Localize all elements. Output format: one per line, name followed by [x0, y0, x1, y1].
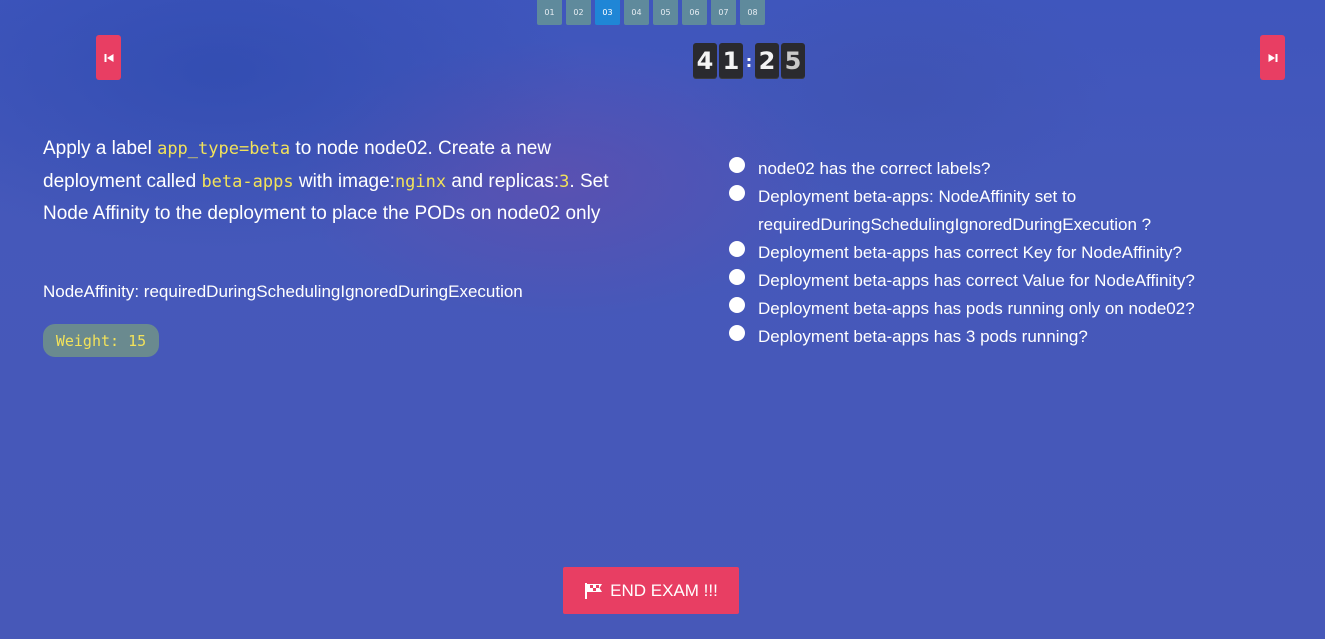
checklist-radio[interactable] — [729, 157, 745, 173]
checklist-item-label: Deployment beta-apps has pods running on… — [758, 299, 1195, 318]
node-affinity-note: NodeAffinity: requiredDuringSchedulingIg… — [43, 282, 523, 301]
question-nav-07[interactable]: 07 — [711, 0, 736, 25]
question-text-part: and replicas: — [446, 170, 560, 192]
image-code: nginx — [394, 171, 447, 192]
end-exam-label: END EXAM !!! — [610, 580, 718, 600]
checklist-item-label: Deployment beta-apps has correct Key for… — [758, 243, 1182, 262]
checklist-item: Deployment beta-apps: NodeAffinity set t… — [729, 183, 1299, 239]
checklist-radio[interactable] — [729, 269, 745, 285]
checklist-radio[interactable] — [729, 297, 745, 313]
checklist-item: Deployment beta-apps has correct Key for… — [729, 239, 1299, 267]
question-nav-01[interactable]: 01 — [537, 0, 562, 25]
question-text-part: with image: — [293, 170, 395, 192]
flag-icon — [584, 582, 604, 600]
question-nav-03[interactable]: 03 — [595, 0, 620, 25]
question-text: Apply a label app_type=beta to node node… — [43, 133, 653, 230]
next-question-button[interactable] — [1260, 35, 1285, 80]
question-nav-05[interactable]: 05 — [653, 0, 678, 25]
checklist-item: Deployment beta-apps has pods running on… — [729, 295, 1299, 323]
weight-badge: Weight: 15 — [43, 324, 159, 357]
checklist-item: Deployment beta-apps has correct Value f… — [729, 267, 1299, 295]
previous-question-button[interactable] — [96, 35, 121, 80]
checklist-item: node02 has the correct labels? — [729, 155, 1299, 183]
timer-separator: : — [745, 51, 753, 71]
end-exam-button[interactable]: END EXAM !!! — [563, 567, 739, 614]
skip-previous-icon — [104, 53, 114, 63]
checklist-item-label: Deployment beta-apps has 3 pods running? — [758, 327, 1088, 346]
replicas-code: 3 — [559, 171, 570, 192]
label-code: app_type=beta — [157, 139, 291, 159]
timer-digit-1: 4 — [693, 43, 717, 79]
checklist-radio[interactable] — [729, 185, 745, 201]
task-checklist: node02 has the correct labels? Deploymen… — [729, 155, 1299, 351]
deployment-name-code: beta-apps — [201, 171, 294, 192]
countdown-timer: 4 1 : 2 5 — [693, 43, 807, 79]
checklist-radio[interactable] — [729, 325, 745, 341]
question-nav: 01 02 03 04 05 06 07 08 — [537, 0, 765, 25]
question-nav-04[interactable]: 04 — [624, 0, 649, 25]
timer-digit-3: 2 — [755, 43, 779, 79]
question-nav-08[interactable]: 08 — [740, 0, 765, 25]
checklist-radio[interactable] — [729, 241, 745, 257]
checklist-item-label: node02 has the correct labels? — [758, 159, 991, 178]
checklist-item: Deployment beta-apps has 3 pods running? — [729, 323, 1299, 351]
question-nav-06[interactable]: 06 — [682, 0, 707, 25]
timer-digit-4: 5 — [781, 43, 805, 79]
question-text-part: Apply a label — [43, 138, 158, 159]
skip-next-icon — [1268, 53, 1278, 63]
question-nav-02[interactable]: 02 — [566, 0, 591, 25]
checklist-item-label: Deployment beta-apps has correct Value f… — [758, 271, 1195, 290]
checklist-item-label: Deployment beta-apps: NodeAffinity set t… — [758, 187, 1152, 234]
timer-digit-2: 1 — [719, 43, 743, 79]
